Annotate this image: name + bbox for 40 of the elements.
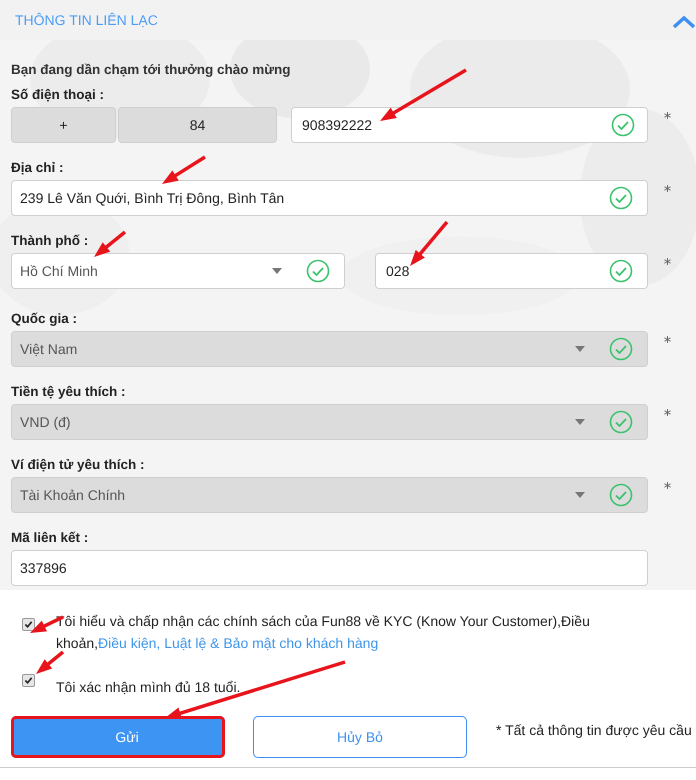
field-label: Thành phố : — [11, 233, 88, 248]
input-field[interactable]: 239 Lê Văn Quới, Bình Trị Đông, Bình Tân — [11, 180, 648, 216]
collapse-chevron-icon[interactable] — [672, 15, 696, 29]
field-label: Tiền tệ yêu thích : — [11, 384, 126, 399]
field-label: Ví điện tử yêu thích : — [11, 457, 145, 472]
field-value: VND (đ) — [20, 414, 71, 430]
field-label: Mã liên kết : — [11, 530, 88, 545]
cancel-button[interactable]: Hủy Bỏ — [253, 716, 467, 758]
area-code-field[interactable]: 028 — [375, 253, 648, 289]
city-select[interactable]: Hồ Chí Minh — [11, 253, 345, 289]
field-label: Quốc gia : — [11, 311, 78, 326]
field-value: 239 Lê Văn Quới, Bình Trị Đông, Bình Tân — [20, 190, 284, 206]
caret-icon — [272, 268, 282, 274]
checkbox[interactable] — [22, 618, 35, 631]
annotation-arrow — [410, 220, 448, 266]
annotation-arrow — [36, 650, 64, 674]
annotation-arrow — [94, 230, 126, 257]
phone-field[interactable]: 908392222 — [291, 107, 648, 143]
field-value: Việt Nam — [20, 341, 78, 357]
field-value: Tài Khoản Chính — [20, 487, 126, 503]
field-label: Địa chỉ : — [11, 160, 64, 175]
caret-icon — [575, 346, 585, 352]
caret-icon — [575, 419, 585, 425]
country-code[interactable]: 84 — [118, 107, 277, 143]
checkbox[interactable] — [22, 674, 35, 687]
required-note: * Tất cả thông tin được yêu cầu — [496, 722, 692, 738]
field-label: Số điện thoại : — [11, 87, 104, 102]
field-value: Hồ Chí Minh — [20, 263, 98, 279]
terms-link[interactable]: Điều kiện, Luật lệ & Bảo mật cho khách hàng — [98, 635, 378, 651]
caret-icon — [575, 492, 585, 498]
input-field[interactable]: 337896 — [11, 550, 648, 586]
annotation-arrow — [162, 156, 206, 184]
intro-text: Bạn đang dần chạm tới thưởng chào mừng — [11, 62, 292, 77]
field-value: 337896 — [20, 560, 67, 576]
phone-prefix: + — [11, 107, 116, 143]
field-value: 028 — [386, 263, 410, 279]
field-value: 908392222 — [302, 117, 372, 133]
section-title: THÔNG TIN LIÊN LẠC — [15, 12, 158, 28]
consent-text: Tôi xác nhận mình đủ 18 tuổi. — [56, 678, 242, 697]
submit-button[interactable]: Gửi — [11, 716, 225, 758]
